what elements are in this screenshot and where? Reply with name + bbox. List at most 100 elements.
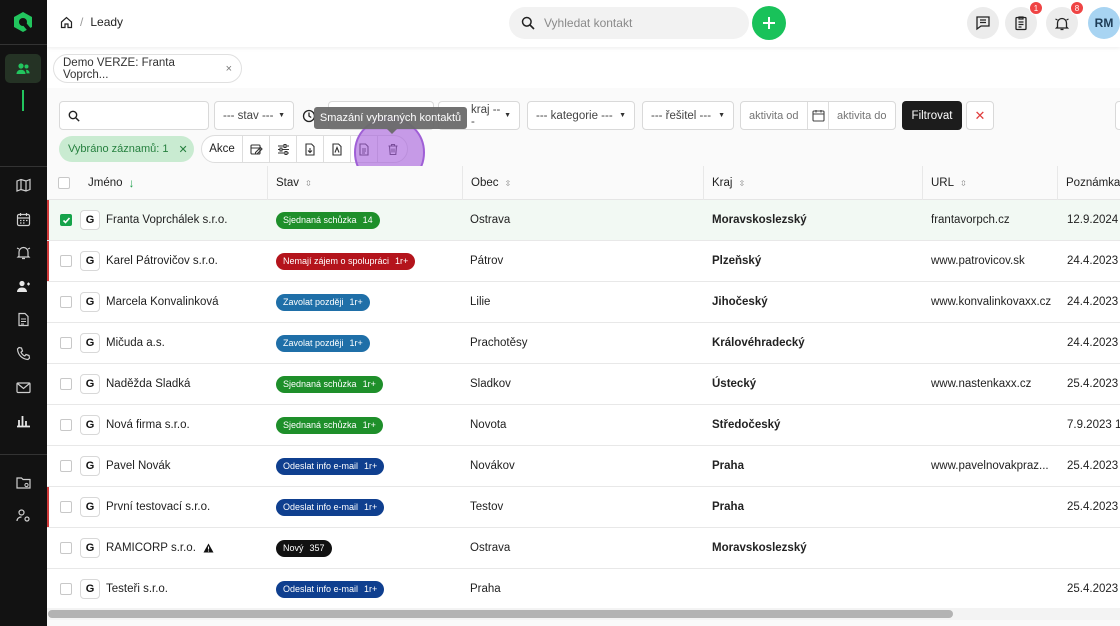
status-badge[interactable]: Nový 357 <box>276 539 332 557</box>
name-cell[interactable]: G Marcela Konvalinková <box>80 282 270 322</box>
bulk-settings-button[interactable] <box>269 136 296 162</box>
sidebar-item-user-settings[interactable] <box>15 507 32 524</box>
status-badge[interactable]: Odeslat info e-mail 1r+ <box>276 457 385 475</box>
column-header-status[interactable]: Stav ⇳ <box>267 166 461 200</box>
kategorie-select[interactable]: --- kategorie --- ▼ <box>527 101 635 130</box>
sidebar-item-folders[interactable] <box>15 474 32 491</box>
name-cell[interactable]: G Franta Voprchálek s.r.o. <box>80 200 270 240</box>
table-row[interactable]: G Marcela Konvalinková Zavolat později 1r+ L… <box>47 282 1120 323</box>
sidebar-item-map[interactable] <box>15 177 32 194</box>
column-header-url[interactable]: URL ⇳ <box>922 166 1056 200</box>
column-header-name[interactable]: Jméno ↓ <box>80 166 265 200</box>
add-contact-button[interactable] <box>752 6 786 40</box>
row-checkbox[interactable] <box>60 337 72 349</box>
row-checkbox[interactable] <box>60 255 72 267</box>
open-tab[interactable]: Demo VERZE: Franta Voprch... × <box>53 54 242 83</box>
column-header-kraj[interactable]: Kraj ⇳ <box>703 166 921 200</box>
url-cell[interactable] <box>931 569 1061 609</box>
select-all-checkbox[interactable] <box>58 177 70 189</box>
row-checkbox[interactable] <box>60 460 72 472</box>
url-cell[interactable] <box>931 487 1061 527</box>
table-row[interactable]: G Nová firma s.r.o. Sjednaná schůzka 1r+ Nov… <box>47 405 1120 446</box>
sidebar-item-calls[interactable] <box>15 345 32 362</box>
search-input[interactable] <box>544 16 734 30</box>
status-badge[interactable]: Zavolat později 1r+ <box>276 293 370 311</box>
table-row[interactable]: G Pavel Novák Odeslat info e-mail 1r+ Nováko… <box>47 446 1120 487</box>
notifications-button[interactable]: 8 <box>1046 1 1084 39</box>
status-badge[interactable]: Sjednaná schůzka 14 <box>276 211 380 229</box>
row-checkbox[interactable] <box>60 419 72 431</box>
table-row[interactable]: G Franta Voprchálek s.r.o. Sjednaná schůzk… <box>47 200 1120 241</box>
status-badge[interactable]: Zavolat později 1r+ <box>276 334 370 352</box>
sidebar-item-documents[interactable] <box>15 311 32 328</box>
stav-select[interactable]: --- stav --- ▼ <box>214 101 294 130</box>
file-export-icon <box>304 142 316 156</box>
table-row[interactable]: G RAMICORP s.r.o. Nový 357 Ostrava Moravskosl… <box>47 528 1120 569</box>
url-cell[interactable] <box>931 528 1061 568</box>
sidebar-item-mail[interactable] <box>15 379 32 396</box>
sidebar-item-calendar[interactable] <box>15 211 32 228</box>
table-row[interactable]: G První testovací s.r.o. Odeslat info e-ma… <box>47 487 1120 528</box>
activity-from-input[interactable] <box>741 109 807 122</box>
sidebar-item-leads[interactable] <box>5 54 41 83</box>
name-cell[interactable]: G RAMICORP s.r.o. <box>80 528 270 568</box>
pdf-export-button[interactable] <box>323 136 350 162</box>
url-cell[interactable]: www.patrovicov.sk <box>931 241 1061 281</box>
row-checkbox[interactable] <box>60 583 72 595</box>
url-cell[interactable] <box>931 323 1061 363</box>
horizontal-scrollbar-thumb[interactable] <box>48 610 953 618</box>
url-cell[interactable]: www.nastenkaxx.cz <box>931 364 1061 404</box>
name-cell[interactable]: G Mičuda a.s. <box>80 323 270 363</box>
row-checkbox[interactable] <box>60 501 72 513</box>
name-cell[interactable]: G Nová firma s.r.o. <box>80 405 270 445</box>
sidebar-item-notifications[interactable] <box>15 244 32 261</box>
edit-selected-button[interactable] <box>242 136 269 162</box>
company-g-icon: G <box>80 251 100 271</box>
clear-filters-button[interactable]: ✕ <box>966 101 994 130</box>
url-cell[interactable]: frantavorpch.cz <box>931 200 1061 240</box>
activity-to-input[interactable] <box>829 109 895 122</box>
search-box[interactable] <box>509 7 749 39</box>
selection-count: Vybráno záznamů: 1 <box>68 143 169 155</box>
column-header-note[interactable]: Poznámka <box>1057 166 1120 200</box>
filter-search-field[interactable] <box>59 101 209 130</box>
home-icon[interactable] <box>60 16 73 29</box>
status-badge[interactable]: Sjednaná schůzka 1r+ <box>276 416 383 434</box>
sidebar-item-reports[interactable] <box>15 412 32 429</box>
status-badge[interactable]: Sjednaná schůzka 1r+ <box>276 375 383 393</box>
row-checkbox[interactable] <box>60 296 72 308</box>
status-badge[interactable]: Odeslat info e-mail 1r+ <box>276 498 385 516</box>
close-tab-icon[interactable]: × <box>226 63 232 75</box>
messages-button[interactable] <box>967 7 999 39</box>
actions-menu-button[interactable]: Akce <box>202 136 242 162</box>
name-cell[interactable]: G Testeři s.r.o. <box>80 569 270 609</box>
sidebar-item-contacts[interactable] <box>15 278 32 295</box>
date-range-icon[interactable] <box>807 102 829 129</box>
export-button[interactable] <box>296 136 323 162</box>
table-row[interactable]: G Karel Pátrovičov s.r.o. Nemají zájem o s… <box>47 241 1120 282</box>
clear-selection-icon[interactable]: ✕ <box>178 143 187 156</box>
table-row[interactable]: G Naděžda Sladká Sjednaná schůzka 1r+ Sladko… <box>47 364 1120 405</box>
url-cell[interactable] <box>931 405 1061 445</box>
row-checkbox[interactable] <box>60 542 72 554</box>
column-header-obec[interactable]: Obec ⇳ <box>462 166 703 200</box>
app-logo-icon[interactable] <box>12 11 34 33</box>
status-badge[interactable]: Nemají zájem o spolupráci 1r+ <box>276 252 416 270</box>
resitel-select[interactable]: --- řešitel --- ▼ <box>642 101 734 130</box>
table-row[interactable]: G Testeři s.r.o. Odeslat info e-mail 1r+ Pra… <box>47 569 1120 610</box>
url-cell[interactable]: www.pavelnovakpraz... <box>931 446 1061 486</box>
table-row[interactable]: G Mičuda a.s. Zavolat později 1r+ Prachotěsy… <box>47 323 1120 364</box>
notes-button[interactable]: 1 <box>1005 1 1043 39</box>
more-filters-button[interactable] <box>1115 101 1120 130</box>
name-cell[interactable]: G Karel Pátrovičov s.r.o. <box>80 241 270 281</box>
name-cell[interactable]: G První testovací s.r.o. <box>80 487 270 527</box>
name-cell[interactable]: G Pavel Novák <box>80 446 270 486</box>
filter-button[interactable]: Filtrovat <box>902 101 962 130</box>
name-cell[interactable]: G Naděžda Sladká <box>80 364 270 404</box>
avatar[interactable]: RM <box>1088 7 1120 39</box>
url-cell[interactable]: www.konvalinkovaxx.cz <box>931 282 1061 322</box>
row-checkbox[interactable] <box>60 378 72 390</box>
status-badge[interactable]: Odeslat info e-mail 1r+ <box>276 580 385 598</box>
row-checkbox[interactable] <box>60 214 72 226</box>
column-header-label: Jméno <box>88 177 123 189</box>
